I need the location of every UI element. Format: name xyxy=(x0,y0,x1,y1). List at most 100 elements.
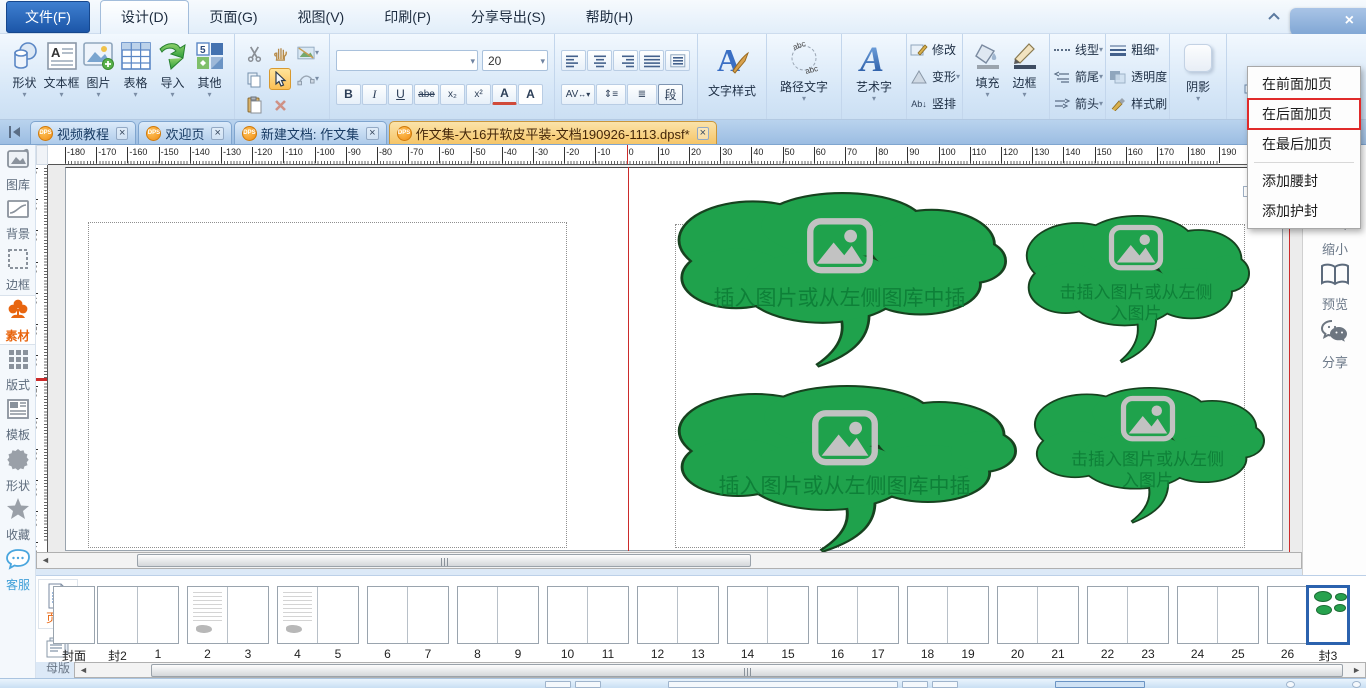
page-spread-thumbnail[interactable]: 26 封3 xyxy=(1267,585,1350,663)
page-spread-thumbnail[interactable]: 67 xyxy=(367,586,449,661)
page-thumbnail-9[interactable]: 9 xyxy=(498,587,538,661)
page-thumbnail-19[interactable]: 19 xyxy=(948,587,988,661)
sidebar-item-版式[interactable]: 版式 xyxy=(0,345,36,395)
page-thumbnail-3[interactable]: 3 xyxy=(228,587,268,661)
page-spread-thumbnail[interactable]: 45 xyxy=(277,586,359,661)
page-spread-thumbnail[interactable]: 16 17 xyxy=(817,586,899,661)
paragraph-settings-button[interactable]: 段 xyxy=(658,83,683,105)
page-thumbnail-封面[interactable]: 封面 xyxy=(54,587,94,663)
tool-分享[interactable]: 分享 xyxy=(1303,316,1366,373)
document-tab[interactable]: DPS 作文集-大16开软皮平装-文档190926-1113.dpsf* × xyxy=(388,121,718,144)
cut-button[interactable] xyxy=(243,42,265,64)
menu-tab[interactable]: 视图(V) xyxy=(278,1,365,33)
cloud-callout-shape[interactable]: 击插入图片或从左侧 入图片 xyxy=(1022,215,1250,367)
page-thumbnail-封2[interactable]: 封2 xyxy=(98,587,138,663)
strikethrough-button[interactable]: abe xyxy=(414,83,439,105)
transform-button[interactable]: 变形 ▾ xyxy=(909,64,960,89)
insert-文本框-button[interactable]: A 文本框 ▾ xyxy=(43,38,80,117)
page-thumbnail-18[interactable]: 18 xyxy=(908,587,948,661)
menu-tab[interactable]: 帮助(H) xyxy=(566,1,653,33)
page-thumbnail-13[interactable]: 13 xyxy=(678,587,718,661)
shadow-button[interactable]: 阴影 ▾ xyxy=(1176,38,1220,117)
align-right-button[interactable] xyxy=(613,50,638,72)
menu-tab[interactable]: 分享导出(S) xyxy=(451,1,566,33)
arrow-tail-button[interactable]: 箭尾 ▾ xyxy=(1052,64,1103,89)
sidebar-item-形状[interactable]: 形状 xyxy=(0,445,36,495)
cloud-callout-shape[interactable]: 插入图片或从左侧图库中插 xyxy=(672,192,1007,372)
align-left-button[interactable] xyxy=(561,50,586,72)
picture-tool-button[interactable]: ▾ xyxy=(297,42,319,64)
page-thumbnail-23[interactable]: 23 xyxy=(1128,587,1168,661)
columns-button[interactable]: ≣ xyxy=(627,83,657,105)
wordart-button[interactable]: A 艺术字 ▾ xyxy=(848,38,900,117)
page-thumbnail-6[interactable]: 6 xyxy=(368,587,408,661)
page-thumbnail-17[interactable]: 17 xyxy=(858,587,898,661)
sidebar-item-客服[interactable]: 客服 xyxy=(0,545,36,595)
dropdown-arrow-icon[interactable]: ▾ xyxy=(96,91,100,99)
sidebar-item-背景[interactable]: 背景 xyxy=(0,195,36,245)
line-spacing-button[interactable]: ⇕≡ xyxy=(596,83,626,105)
style-brush-button[interactable]: 样式刷 xyxy=(1108,91,1167,116)
page-thumbnail-24[interactable]: 24 xyxy=(1178,587,1218,661)
page-thumbnail-8[interactable]: 8 xyxy=(458,587,498,661)
font-name-select[interactable]: ▾ xyxy=(336,50,478,72)
page-spread-thumbnail[interactable]: 18 19 xyxy=(907,586,989,661)
page-thumbnail-14[interactable]: 14 xyxy=(728,587,768,661)
page-thumbnail-26[interactable]: 26 xyxy=(1268,587,1308,661)
border-button[interactable]: 边框 ▾ xyxy=(1006,38,1043,117)
line-weight-button[interactable]: 粗细 ▾ xyxy=(1108,37,1167,62)
page-thumbnail-21[interactable]: 21 xyxy=(1038,587,1078,661)
document-tab[interactable]: DPS 新建文档: 作文集 × xyxy=(233,121,387,144)
menu-item[interactable]: 添加腰封 xyxy=(1248,166,1360,196)
dropdown-arrow-icon[interactable]: ▾ xyxy=(22,91,26,99)
page-thumbnail-11[interactable]: 11 xyxy=(588,587,628,661)
delete-button[interactable] xyxy=(269,94,291,116)
page-spread-thumbnail[interactable]: 24 25 xyxy=(1177,586,1259,661)
page-thumbnail-7[interactable]: 7 xyxy=(408,587,448,661)
modify-button[interactable]: 修改 xyxy=(909,37,960,62)
menu-tab[interactable]: 印刷(P) xyxy=(364,1,451,33)
tool-预览[interactable]: 预览 xyxy=(1303,259,1366,316)
page-thumbnail-15[interactable]: 15 xyxy=(768,587,808,661)
page-thumbnail-16[interactable]: 16 xyxy=(818,587,858,661)
dropdown-arrow-icon[interactable]: ▾ xyxy=(59,91,63,99)
close-tab-icon[interactable]: × xyxy=(366,126,379,140)
page-spread-thumbnail[interactable]: 89 xyxy=(457,586,539,661)
select-tool-button[interactable] xyxy=(269,68,291,90)
page-thumbnail-25[interactable]: 25 xyxy=(1218,587,1258,661)
menu-item[interactable]: 在后面加页 xyxy=(1247,98,1361,130)
underline-button[interactable]: U xyxy=(388,83,413,105)
page-thumbnail-20[interactable]: 20 xyxy=(998,587,1038,661)
dropdown-arrow-icon[interactable]: ▾ xyxy=(315,49,319,57)
dropdown-arrow-icon[interactable]: ▾ xyxy=(170,91,174,99)
dropdown-arrow-icon[interactable]: ▾ xyxy=(207,91,211,99)
page-spread-thumbnail[interactable]: 12 13 xyxy=(637,586,719,661)
page-thumbnail-1[interactable]: 1 xyxy=(138,587,178,661)
subscript-button[interactable]: x₂ xyxy=(440,83,465,105)
bold-button[interactable]: B xyxy=(336,83,361,105)
edit-points-button[interactable]: ▾ xyxy=(297,68,319,90)
italic-button[interactable]: I xyxy=(362,83,387,105)
dropdown-arrow-icon[interactable]: ▾ xyxy=(315,75,319,83)
vertical-text-button[interactable]: Ab↓ 竖排 xyxy=(909,91,960,116)
menu-item[interactable]: 在前面加页 xyxy=(1248,69,1360,99)
page-thumbnail-封3[interactable]: 封3 xyxy=(1306,585,1350,663)
page-thumbnail-12[interactable]: 12 xyxy=(638,587,678,661)
menu-item[interactable]: 添加护封 xyxy=(1248,196,1360,226)
superscript-button[interactable]: x² xyxy=(466,83,491,105)
menu-tab[interactable]: 页面(G) xyxy=(189,1,277,33)
align-center-button[interactable] xyxy=(587,50,612,72)
fill-button[interactable]: 填充 ▾ xyxy=(969,38,1006,117)
sidebar-item-素材[interactable]: 素材 xyxy=(0,295,36,345)
paste-button[interactable] xyxy=(243,94,265,116)
close-tab-icon[interactable]: × xyxy=(696,126,710,140)
font-color-button[interactable]: A xyxy=(492,83,517,105)
page-spread-thumbnail[interactable]: 封面 xyxy=(53,586,95,663)
page-spread-thumbnail[interactable]: 14 15 xyxy=(727,586,809,661)
insert-导入-button[interactable]: 导入 ▾ xyxy=(154,38,191,117)
page-spread-thumbnail[interactable]: 20 21 xyxy=(997,586,1079,661)
menu-tab[interactable]: 文件(F) xyxy=(6,1,90,33)
align-justify-button[interactable] xyxy=(639,50,664,72)
font-size-select[interactable]: 20 ▾ xyxy=(482,50,548,72)
highlight-color-button[interactable]: A xyxy=(518,83,543,105)
